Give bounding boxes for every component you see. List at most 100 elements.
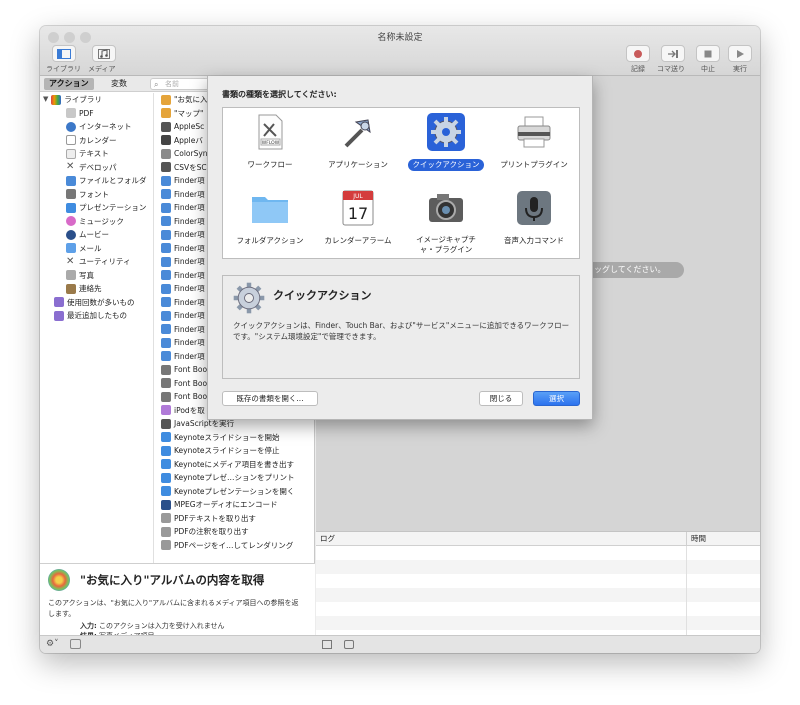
tree-item-contacts[interactable]: 連絡先 (66, 282, 102, 295)
split-view-icon[interactable] (344, 640, 354, 649)
tree-item-presentation[interactable]: プレゼンテーション (66, 201, 146, 214)
action-description: "お気に入り"アルバムの内容を取得 このアクションは、"お気に入り"アルバムに含… (40, 563, 315, 640)
action-item[interactable]: Appleバ (161, 134, 203, 148)
tree-item-internet[interactable]: インターネット (66, 120, 132, 133)
action-icon (161, 351, 171, 362)
action-item[interactable]: Font Boo (161, 377, 207, 391)
action-item[interactable]: "お気に入 (161, 93, 207, 107)
action-item[interactable]: Finder項 (161, 296, 205, 310)
action-item[interactable]: Finder項 (161, 215, 205, 229)
action-item[interactable]: Finder項 (161, 269, 205, 283)
action-item[interactable]: Finder項 (161, 242, 205, 256)
tree-item-developer[interactable]: ✕ デベロッパ (66, 161, 117, 174)
choose-button[interactable]: 選択 (533, 391, 580, 406)
action-item[interactable]: Keynoteにメディア項目を書き出す (161, 458, 294, 472)
tree-item-pdf[interactable]: PDF (66, 107, 94, 120)
type-folder-action[interactable]: フォルダアクション (226, 188, 314, 247)
description-body: このアクションは、"お気に入り"アルバムに含まれるメディア項目への参照を返します… (48, 599, 299, 618)
action-item[interactable]: PDFの注釈を取り出す (161, 525, 249, 539)
record-button[interactable] (626, 45, 650, 62)
time-column-header[interactable]: 時間 (686, 532, 706, 546)
search-icon: ⌕ (154, 80, 159, 89)
type-image-capture-plugin[interactable]: イメージキャプチ ャ・プラグイン (402, 188, 490, 255)
action-item[interactable]: Keynoteプレゼ…ションをプリント (161, 471, 295, 485)
tree-item-text[interactable]: テキスト (66, 147, 109, 160)
action-label: Finder項 (174, 189, 205, 199)
open-existing-button[interactable]: 既存の書類を開く... (222, 391, 318, 406)
info-body: クイックアクションは、Finder、Touch Bar、および"サービス"メニュ… (233, 321, 570, 341)
action-item[interactable]: Finder項 (161, 174, 205, 188)
action-icon (161, 189, 171, 200)
action-item[interactable]: Finder項 (161, 350, 205, 364)
action-label: PDFページをイ…してレンダリング (174, 540, 294, 550)
close-button[interactable]: 閉じる (479, 391, 523, 406)
action-item[interactable]: Finder項 (161, 201, 205, 215)
type-label: カレンダーアラーム (324, 236, 392, 245)
utilities-icon: ✕ (66, 255, 75, 267)
action-item[interactable]: iPodを取 (161, 404, 205, 418)
action-item[interactable]: Font Boo (161, 363, 207, 377)
gear-icon (233, 282, 265, 314)
svg-text:17: 17 (348, 204, 368, 223)
action-item[interactable]: CSVをSC (161, 161, 207, 175)
tree-item-library[interactable]: ▼ ライブラリ (43, 93, 102, 106)
type-print-plugin[interactable]: プリントプラグイン (490, 112, 578, 171)
run-button[interactable] (728, 45, 752, 62)
tree-item-photos[interactable]: 写真 (66, 269, 94, 282)
tab-actions[interactable]: アクション (44, 78, 94, 90)
tree-item-calendar[interactable]: カレンダー (66, 134, 117, 147)
step-button[interactable] (661, 45, 685, 62)
action-item[interactable]: Finder項 (161, 282, 205, 296)
step-label: コマ送り (657, 65, 685, 73)
type-dictation-command[interactable]: 音声入力コマンド (490, 188, 578, 247)
tree-item-label: プレゼンテーション (79, 203, 147, 212)
action-item[interactable]: Finder項 (161, 336, 205, 350)
printer-icon (517, 116, 551, 148)
toggle-description-icon[interactable] (70, 639, 81, 649)
action-item[interactable]: Finder項 (161, 228, 205, 242)
tab-variables[interactable]: 変数 (106, 78, 132, 90)
column-divider[interactable] (153, 93, 154, 563)
action-item[interactable]: Keynoteスライドショーを開始 (161, 431, 280, 445)
tree-item-utilities[interactable]: ✕ ユーティリティ (66, 255, 131, 268)
type-quick-action[interactable]: クイックアクション (402, 112, 490, 171)
action-item[interactable]: Finder項 (161, 255, 205, 269)
action-item[interactable]: Keynoteプレゼンテーションを開く (161, 485, 294, 499)
gear-icon[interactable]: ⚙︎˅ (46, 639, 59, 649)
action-item[interactable]: PDFテキストを取り出す (161, 512, 256, 526)
list-view-icon[interactable] (322, 640, 332, 649)
action-item[interactable]: Keynoteスライドショーを停止 (161, 444, 280, 458)
tree-item-mail[interactable]: メール (66, 242, 102, 255)
type-label-line2: ャ・プラグイン (419, 245, 473, 254)
calendar-icon: JUL 17 (342, 190, 374, 226)
action-item[interactable]: Finder項 (161, 309, 205, 323)
library-toggle-button[interactable] (52, 45, 76, 62)
tree-item-recently-added[interactable]: 最近追加したもの (54, 309, 127, 322)
action-item[interactable]: ColorSyn (161, 147, 208, 161)
tree-item-most-used[interactable]: 使用回数が多いもの (54, 296, 135, 309)
action-item[interactable]: Finder項 (161, 323, 205, 337)
type-calendar-alarm[interactable]: JUL 17 カレンダーアラーム (314, 188, 402, 247)
action-icon (161, 135, 171, 146)
action-icon (161, 486, 171, 497)
tree-item-movies[interactable]: ムービー (66, 228, 109, 241)
action-item[interactable]: Finder項 (161, 188, 205, 202)
action-item[interactable]: "マップ" (161, 107, 203, 121)
type-workflow[interactable]: WFLOW ワークフロー (226, 112, 314, 171)
action-item[interactable]: AppleSc (161, 120, 204, 134)
action-item[interactable]: MPEGオーディオにエンコード (161, 498, 278, 512)
action-icon (161, 418, 171, 429)
media-browser-button[interactable] (92, 45, 116, 62)
tree-item-files-folders[interactable]: ファイルとフォルダ (66, 174, 147, 187)
type-label: フォルダアクション (236, 236, 304, 245)
tree-item-music[interactable]: ミュージック (66, 215, 124, 228)
log-row (316, 588, 760, 602)
stop-button[interactable] (696, 45, 720, 62)
disclosure-triangle-icon[interactable]: ▼ (43, 93, 48, 106)
action-item[interactable]: Font Boo (161, 390, 207, 404)
type-application[interactable]: アプリケーション (314, 112, 402, 171)
tree-item-fonts[interactable]: フォント (66, 188, 109, 201)
camera-icon (429, 194, 463, 222)
action-item[interactable]: PDFページをイ…してレンダリング (161, 539, 293, 553)
log-column-header[interactable]: ログ (320, 532, 335, 546)
